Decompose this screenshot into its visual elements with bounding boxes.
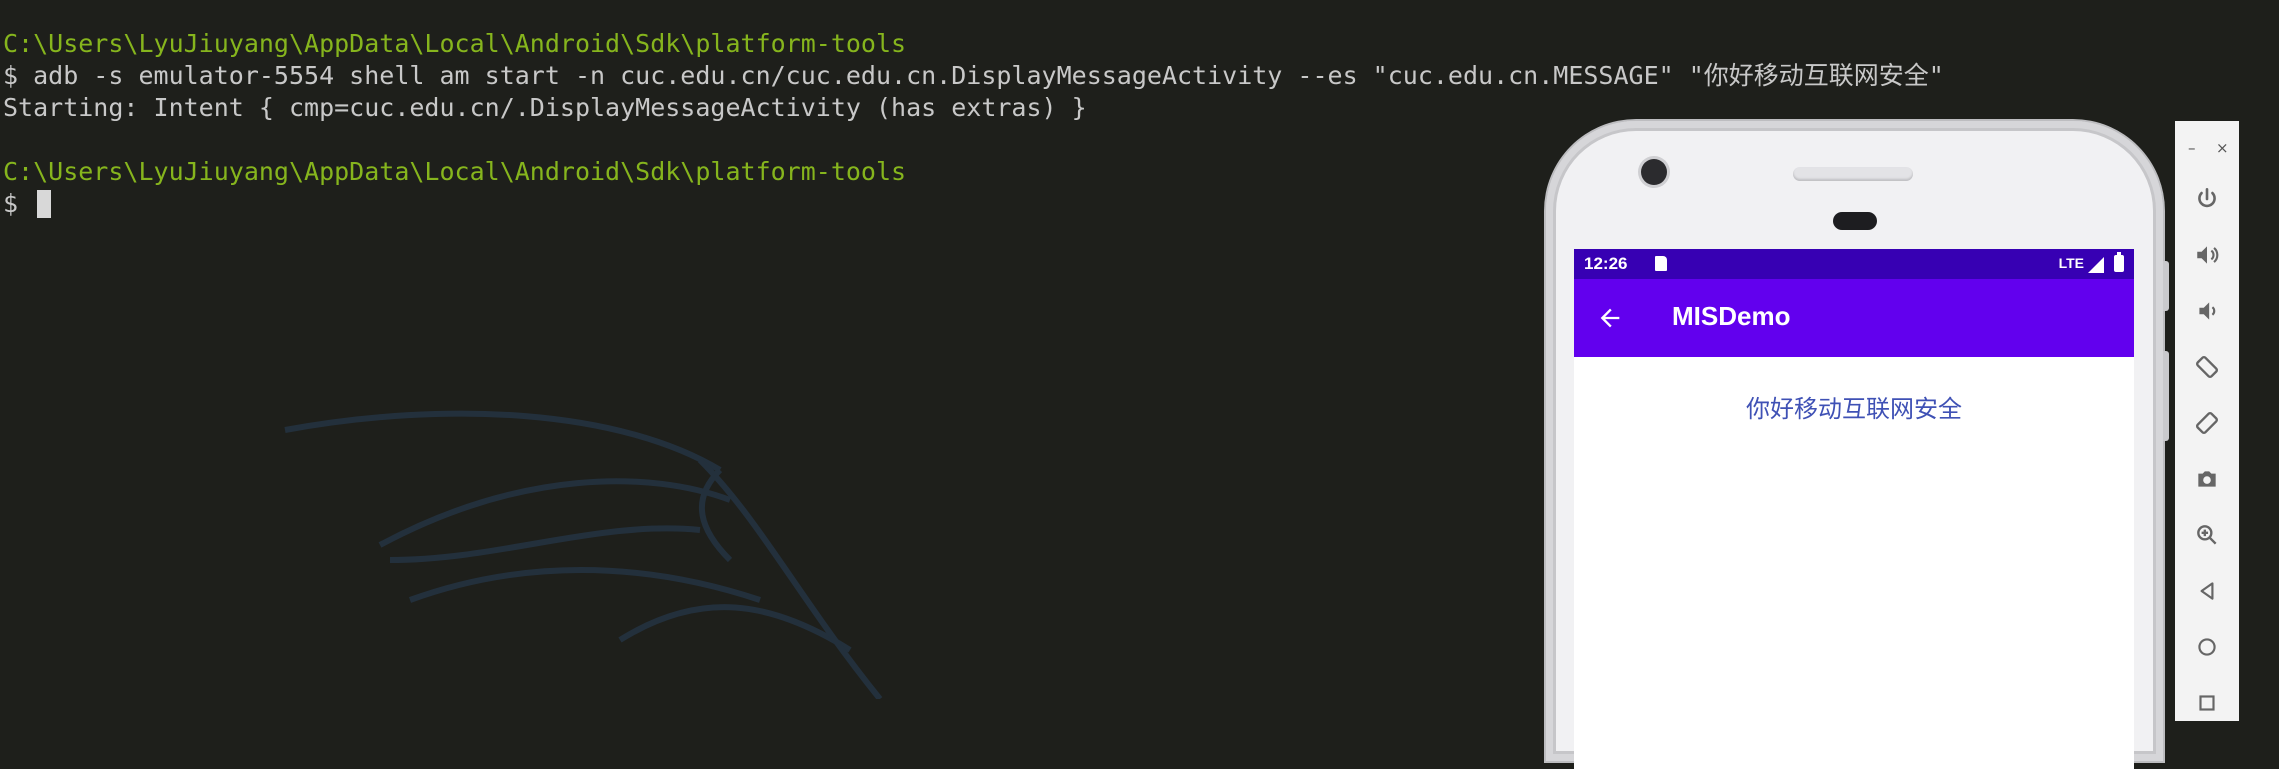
device-screen[interactable]: 12:26 LTE MISDemo 你好移动互联网安全: [1574, 249, 2134, 769]
nav-overview-button[interactable]: [2175, 679, 2239, 727]
screenshot-button[interactable]: [2175, 455, 2239, 503]
back-icon: [2200, 582, 2214, 600]
battery-icon: [2114, 252, 2124, 272]
status-bar: 12:26 LTE: [1574, 249, 2134, 279]
camera-icon: [2198, 471, 2216, 487]
emulator-phone-frame: 12:26 LTE MISDemo 你好移动互联网安全: [1546, 121, 2169, 769]
proximity-sensor: [1833, 212, 1877, 230]
volume-up-button[interactable]: [2175, 231, 2239, 279]
rotate-right-icon: [2195, 411, 2219, 435]
terminal-path-line-1: C:\Users\LyuJiuyang\AppData\Local\Androi…: [3, 29, 907, 58]
terminal-path-line-2: C:\Users\LyuJiuyang\AppData\Local\Androi…: [3, 157, 907, 186]
text-cursor: [37, 190, 52, 218]
minimize-button[interactable]: –: [2188, 139, 2196, 157]
volume-up-icon: [2197, 246, 2219, 264]
status-time: 12:26: [1584, 254, 1628, 273]
back-arrow-icon[interactable]: [1596, 304, 1624, 332]
rotate-right-button[interactable]: [2175, 399, 2239, 447]
signal-icon: [2088, 257, 2104, 273]
zoom-icon: [2197, 525, 2217, 545]
zoom-button[interactable]: [2175, 511, 2239, 559]
display-message: 你好移动互联网安全: [1746, 395, 1962, 423]
terminal-prompt-line[interactable]: $: [3, 188, 52, 220]
network-type: LTE: [2058, 255, 2084, 271]
emulator-toolbar: – ×: [2175, 121, 2239, 721]
terminal-output-line: Starting: Intent { cmp=cuc.edu.cn/.Displ…: [3, 93, 1087, 122]
sd-card-icon: [1655, 256, 1667, 271]
volume-down-button[interactable]: [2175, 287, 2239, 335]
app-bar: MISDemo: [1574, 279, 2134, 357]
app-title: MISDemo: [1672, 301, 1791, 331]
terminal-window[interactable]: C:\Users\LyuJiuyang\AppData\Local\Androi…: [0, 0, 1944, 699]
terminal-command-line: $ adb -s emulator-5554 shell am start -n…: [3, 61, 1944, 90]
prompt-symbol: $: [3, 189, 34, 218]
home-icon: [2198, 638, 2216, 656]
front-camera: [1641, 159, 1667, 185]
volume-down-icon: [2199, 302, 2216, 320]
power-button[interactable]: [2175, 175, 2239, 223]
rotate-left-icon: [2195, 355, 2219, 379]
rotate-left-button[interactable]: [2175, 343, 2239, 391]
volume-side-button[interactable]: [2163, 351, 2169, 441]
nav-home-button[interactable]: [2175, 623, 2239, 671]
earpiece-speaker: [1793, 167, 1913, 181]
close-button[interactable]: ×: [2216, 139, 2229, 157]
nav-back-button[interactable]: [2175, 567, 2239, 615]
power-side-button[interactable]: [2163, 261, 2169, 311]
power-icon: [2198, 187, 2216, 208]
overview-icon: [2199, 695, 2215, 711]
